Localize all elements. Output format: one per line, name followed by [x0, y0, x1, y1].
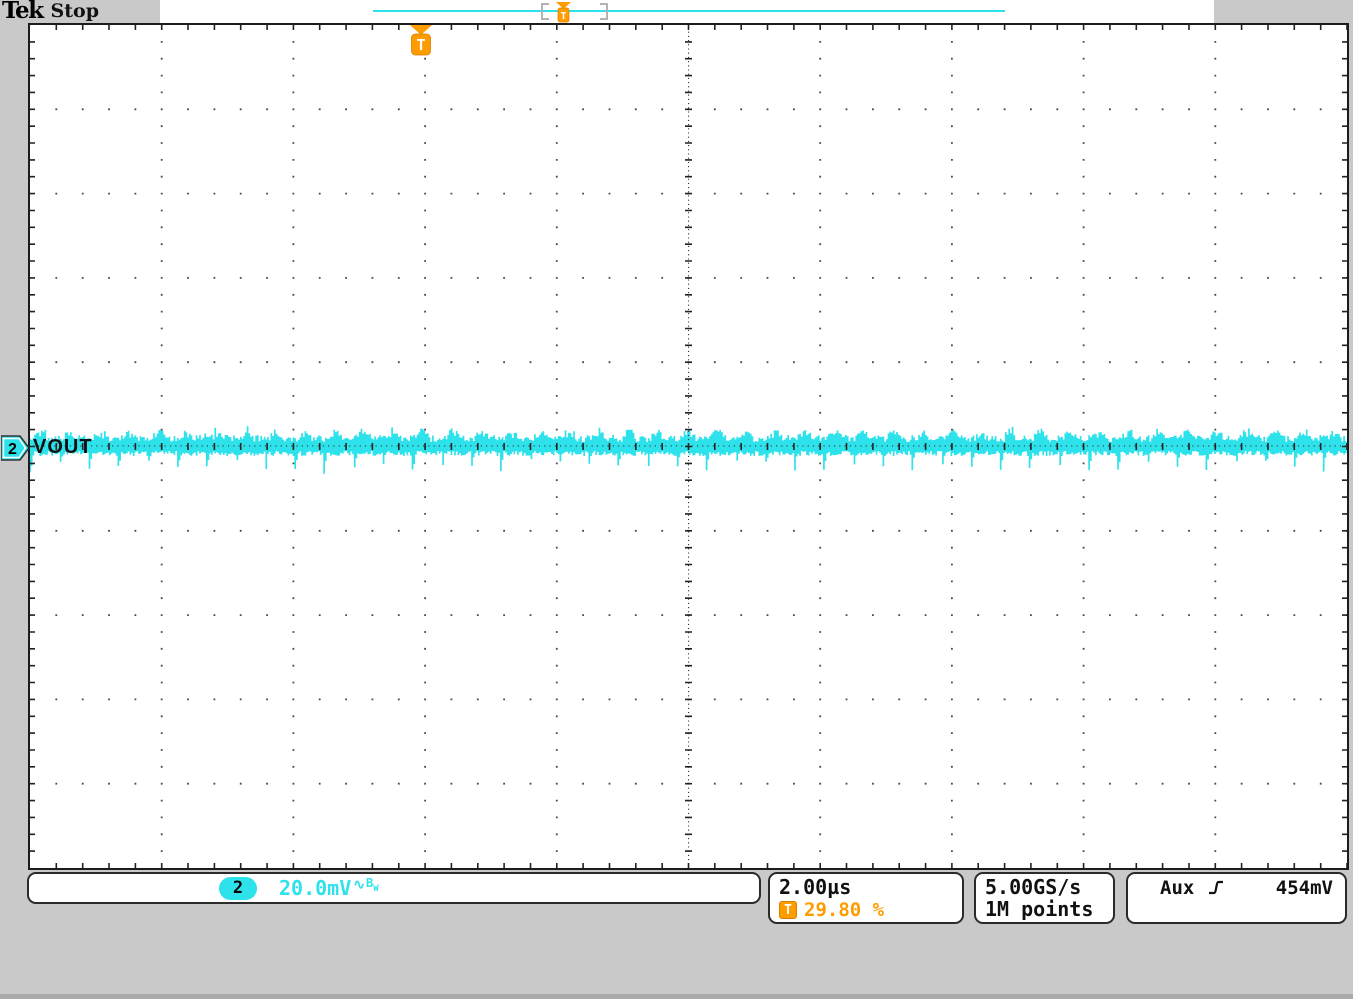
graticule-svg: [30, 25, 1347, 868]
record-trigger-flag-letter: T: [560, 11, 566, 22]
graticule: [28, 23, 1349, 870]
waveform-label: VOUT: [33, 436, 93, 458]
trigger-position-flag[interactable]: T: [408, 25, 434, 58]
window-bracket-left[interactable]: [541, 3, 549, 20]
record-overview-line: [373, 10, 1005, 12]
acquisition-readout-box[interactable]: 5.00GS/s 1M points: [974, 872, 1115, 924]
channel2-readout-box[interactable]: 2 20.0mV ∿ B W: [27, 872, 761, 904]
channel2-marker-number: 2: [8, 441, 17, 458]
trigger-source-value: Aux: [1160, 877, 1195, 899]
bandwidth-limit-icon: B: [365, 876, 374, 890]
record-trigger-flag-icon[interactable]: T: [552, 2, 574, 23]
acquisition-status: Stop: [50, 0, 100, 22]
bandwidth-limit-sub: W: [373, 884, 379, 894]
channel2-position-marker[interactable]: 2: [1, 434, 31, 462]
sample-rate-value: 5.00GS/s: [985, 875, 1082, 899]
record-length-value: 1M points: [985, 897, 1094, 921]
screen-bottom-edge: [0, 994, 1353, 999]
oscilloscope-screen: Tek Stop T T 2 VOUT 2 20.0mV ∿ B W 2.00µ…: [0, 0, 1353, 999]
channel2-badge: 2: [219, 876, 257, 900]
timebase-value: 2.00µs: [779, 875, 852, 899]
trigger-position-value: 29.80 %: [804, 899, 885, 921]
horizontal-readout-box[interactable]: 2.00µs T 29.80 %: [768, 872, 964, 924]
window-bracket-right[interactable]: [600, 3, 608, 20]
trigger-t-icon: T: [779, 901, 797, 919]
header: Tek Stop: [2, 0, 99, 23]
rising-edge-icon: [1209, 880, 1224, 895]
channel2-scale-readout: 20.0mV ∿ B W: [279, 876, 379, 900]
trigger-level-value: 454mV: [1275, 877, 1333, 899]
tek-logo: Tek: [2, 0, 44, 24]
trigger-flag-letter: T: [416, 36, 425, 54]
channel2-badge-number: 2: [232, 878, 244, 898]
trigger-readout-box[interactable]: Aux 454mV: [1126, 872, 1347, 924]
ac-coupling-icon: ∿: [353, 877, 365, 893]
channel2-scale-value: 20.0mV: [279, 876, 352, 900]
trigger-t-icon-letter: T: [784, 902, 792, 918]
